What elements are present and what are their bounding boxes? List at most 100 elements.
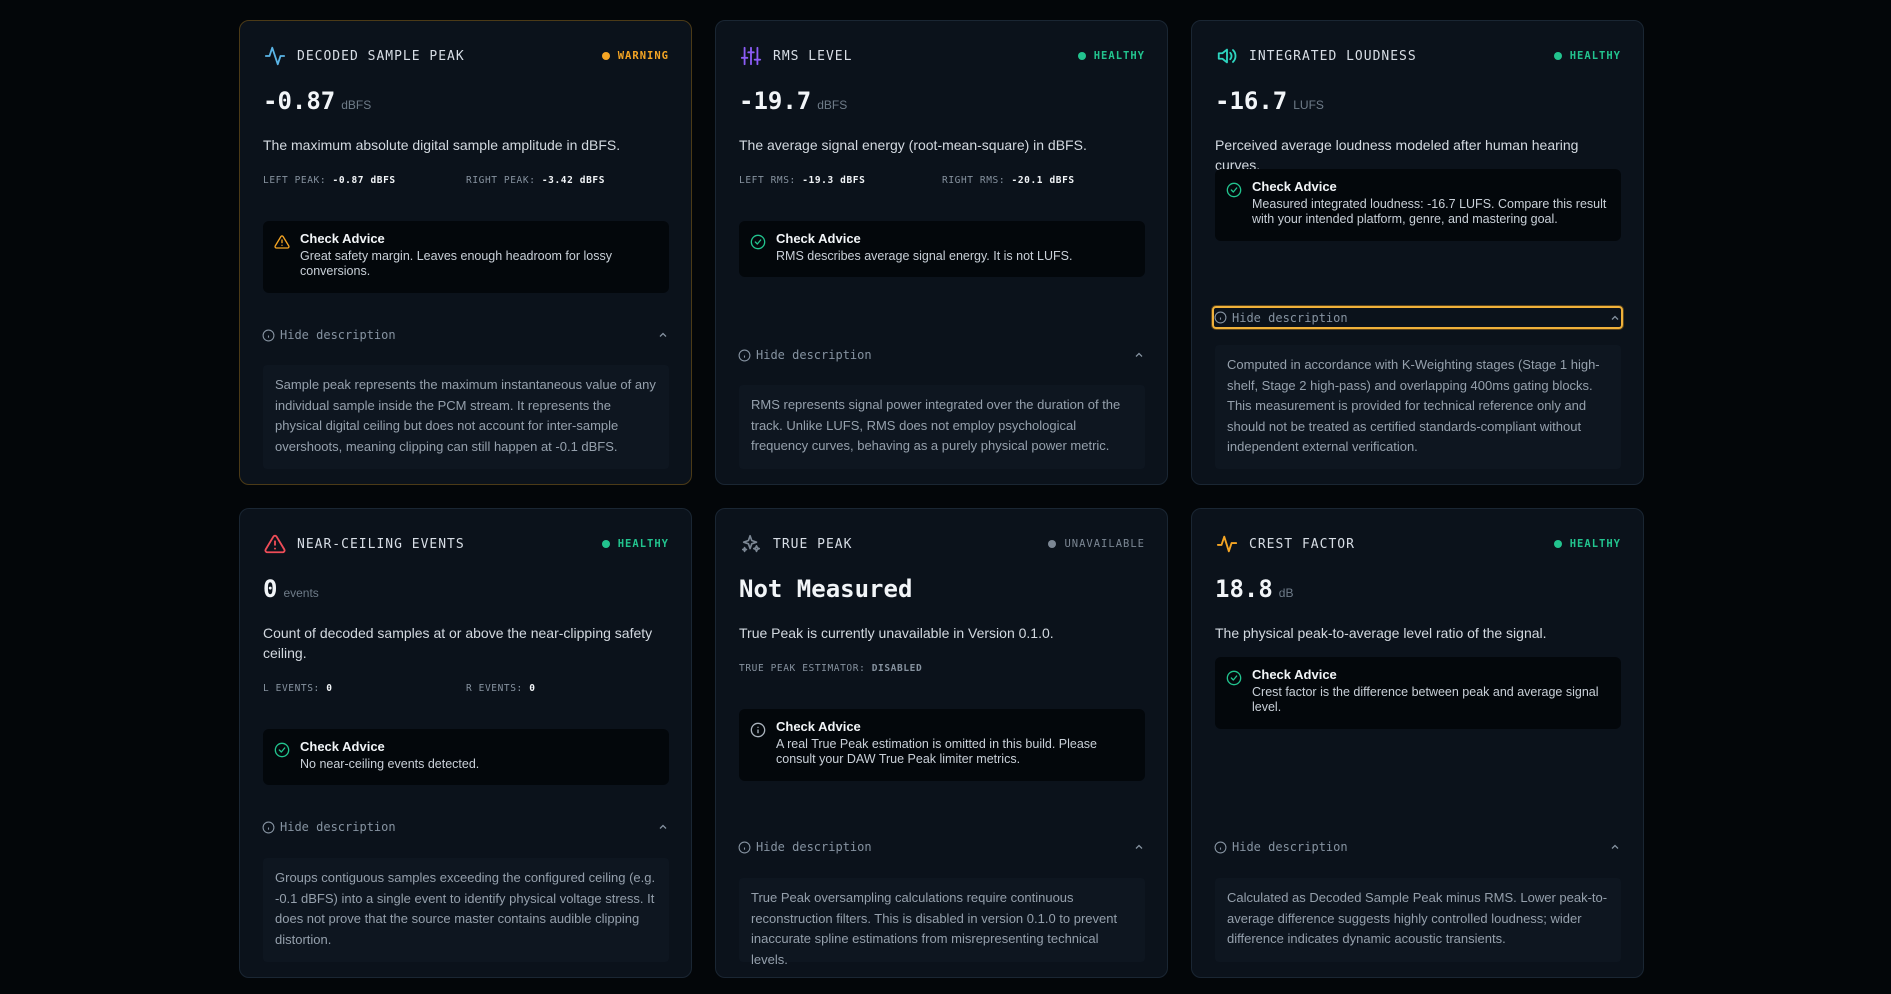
metric-unit: events <box>283 586 319 600</box>
long-description: RMS represents signal power integrated o… <box>739 385 1145 469</box>
info-circle-icon <box>1214 311 1227 324</box>
chevron-up-icon <box>659 824 667 829</box>
hide-description-toggle[interactable]: Hide description <box>1214 838 1621 856</box>
check-advice: Check Advice Measured integrated loudnes… <box>1215 169 1621 241</box>
toggle-label: Hide description <box>1232 310 1348 325</box>
advice-body: Measured integrated loudness: -16.7 LUFS… <box>1252 197 1607 226</box>
alert-triangle-icon <box>263 532 287 556</box>
advice-body: A real True Peak estimation is omitted i… <box>776 737 1097 766</box>
card-header: NEAR-CEILING EVENTS HEALTHY <box>263 531 669 557</box>
card-title: CREST FACTOR <box>1249 536 1355 552</box>
metric-value: -16.7 <box>1215 87 1288 115</box>
status-badge: HEALTHY <box>601 538 669 550</box>
metric-description: Count of decoded samples at or above the… <box>263 625 653 661</box>
check-advice: Check Advice No near-ceiling events dete… <box>263 729 669 785</box>
chevron-up-icon <box>1611 315 1619 320</box>
metric-description: The average signal energy (root-mean-squ… <box>739 137 1087 153</box>
right-rms: RIGHT RMS: -20.1 dBFS <box>942 175 1075 186</box>
card-header: TRUE PEAK UNAVAILABLE <box>739 531 1145 557</box>
card-title: DECODED SAMPLE PEAK <box>297 48 465 64</box>
sliders-icon <box>739 44 763 68</box>
advice-body: Great safety margin. Leaves enough headr… <box>300 249 612 278</box>
check-advice: Check Advice RMS describes average signa… <box>739 221 1145 277</box>
check-circle-icon <box>1226 182 1242 198</box>
metric-value: 0 <box>263 575 278 603</box>
advice-title: Check Advice <box>776 231 861 246</box>
toggle-label: Hide description <box>1232 840 1348 854</box>
card-header: INTEGRATED LOUDNESS HEALTHY <box>1215 43 1621 69</box>
pulse-icon <box>1215 532 1239 556</box>
true-peak-estimator: TRUE PEAK ESTIMATOR: DISABLED <box>739 663 923 674</box>
card-title: NEAR-CEILING EVENTS <box>297 536 465 552</box>
info-circle-icon <box>262 329 275 341</box>
card-rms-level: RMS LEVEL HEALTHY -19.7 dBFS The average… <box>715 20 1168 485</box>
metric-description: The maximum absolute digital sample ampl… <box>263 137 621 153</box>
channel-metrics: L EVENTS: 0 R EVENTS: 0 <box>263 683 669 694</box>
estimator-metric: TRUE PEAK ESTIMATOR: DISABLED <box>739 663 1145 674</box>
card-decoded-sample-peak: DECODED SAMPLE PEAK WARNING -0.87 dBFS T… <box>239 20 692 485</box>
channel-metrics: LEFT PEAK: -0.87 dBFS RIGHT PEAK: -3.42 … <box>263 175 669 186</box>
left-rms: LEFT RMS: -19.3 dBFS <box>739 175 866 186</box>
status-badge: HEALTHY <box>1553 538 1621 550</box>
sparkles-icon <box>739 532 763 556</box>
info-circle-icon <box>738 841 751 853</box>
check-circle-icon <box>750 234 766 250</box>
long-description: Groups contiguous samples exceeding the … <box>263 858 669 962</box>
card-true-peak: TRUE PEAK UNAVAILABLE Not Measured True … <box>715 508 1168 978</box>
metric-unit: LUFS <box>1293 98 1324 112</box>
metric-description: True Peak is currently unavailable in Ve… <box>739 625 1054 641</box>
advice-body: Crest factor is the difference between p… <box>1252 685 1599 714</box>
metric-value: -19.7 <box>739 87 812 115</box>
advice-body: RMS describes average signal energy. It … <box>776 249 1073 263</box>
long-description: Sample peak represents the maximum insta… <box>263 365 669 469</box>
hide-description-toggle[interactable]: Hide description <box>262 818 669 836</box>
status-badge: UNAVAILABLE <box>1048 538 1145 550</box>
alert-triangle-icon <box>274 234 290 250</box>
info-circle-icon <box>262 821 275 833</box>
long-description: True Peak oversampling calculations requ… <box>739 878 1145 967</box>
check-advice: Check Advice A real True Peak estimation… <box>739 709 1145 781</box>
toggle-label: Hide description <box>756 840 872 854</box>
hide-description-toggle[interactable]: Hide description <box>1212 306 1623 329</box>
advice-title: Check Advice <box>1252 179 1337 194</box>
info-circle-icon <box>750 722 766 738</box>
left-peak: LEFT PEAK: -0.87 dBFS <box>263 175 396 186</box>
metric-value: 18.8 <box>1215 575 1273 603</box>
card-near-ceiling-events: NEAR-CEILING EVENTS HEALTHY 0 events Cou… <box>239 508 692 978</box>
card-crest-factor: CREST FACTOR HEALTHY 18.8 dB The physica… <box>1191 508 1644 978</box>
info-circle-icon <box>738 349 751 361</box>
metric-value-row: -16.7 LUFS <box>1215 87 1324 115</box>
advice-body: No near-ceiling events detected. <box>300 757 480 771</box>
hide-description-toggle[interactable]: Hide description <box>738 346 1145 364</box>
left-events: L EVENTS: 0 <box>263 683 333 694</box>
right-peak: RIGHT PEAK: -3.42 dBFS <box>466 175 606 186</box>
card-integrated-loudness: INTEGRATED LOUDNESS HEALTHY -16.7 LUFS P… <box>1191 20 1644 485</box>
chevron-up-icon <box>1135 352 1143 357</box>
advice-title: Check Advice <box>300 231 385 246</box>
metric-value-row: Not Measured <box>739 575 912 603</box>
channel-metrics: LEFT RMS: -19.3 dBFS RIGHT RMS: -20.1 dB… <box>739 175 1145 186</box>
status-badge: WARNING <box>601 50 669 62</box>
metric-unit: dBFS <box>341 98 372 112</box>
long-description: Computed in accordance with K-Weighting … <box>1215 345 1621 469</box>
metric-description: The physical peak-to-average level ratio… <box>1215 625 1547 641</box>
info-circle-icon <box>1214 841 1227 853</box>
activity-icon <box>263 44 287 68</box>
toggle-label: Hide description <box>280 328 396 342</box>
chevron-up-icon <box>1135 844 1143 849</box>
metric-value: Not Measured <box>739 575 913 603</box>
metric-value-row: -0.87 dBFS <box>263 87 371 115</box>
hide-description-toggle[interactable]: Hide description <box>262 326 669 344</box>
chevron-up-icon <box>659 332 667 337</box>
advice-title: Check Advice <box>1252 667 1337 682</box>
metric-value-row: 0 events <box>263 575 319 603</box>
status-badge: HEALTHY <box>1553 50 1621 62</box>
check-circle-icon <box>1226 670 1242 686</box>
hide-description-toggle[interactable]: Hide description <box>738 838 1145 856</box>
chevron-up-icon <box>1611 844 1619 849</box>
toggle-label: Hide description <box>280 820 396 834</box>
card-header: DECODED SAMPLE PEAK WARNING <box>263 43 669 69</box>
advice-title: Check Advice <box>776 719 861 734</box>
card-title: TRUE PEAK <box>773 536 853 552</box>
advice-title: Check Advice <box>300 739 385 754</box>
